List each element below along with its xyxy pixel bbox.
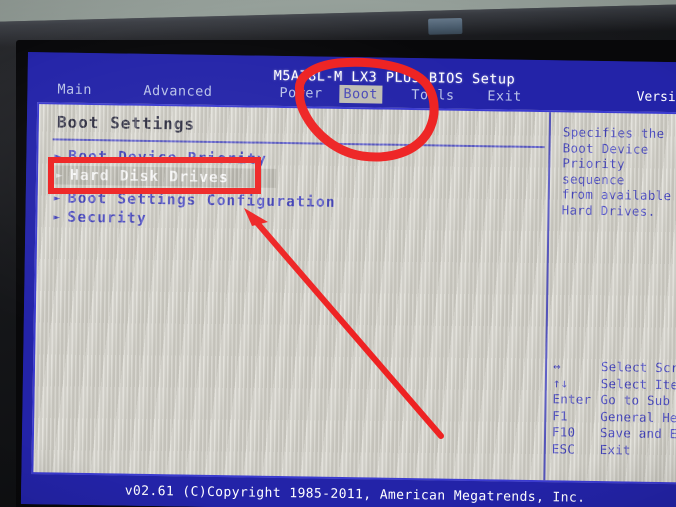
bezel-sticker bbox=[428, 17, 463, 35]
key-legend-row: ESC Exit bbox=[552, 441, 676, 460]
key-description: Select Screen bbox=[601, 359, 676, 376]
tab-advanced[interactable]: Advanced bbox=[139, 82, 216, 101]
menu-item-hard-disk-drives[interactable]: ► Hard Disk Drives bbox=[53, 165, 277, 188]
menu-item-label: Hard Disk Drives bbox=[69, 167, 230, 186]
help-text: Specifies the Boot Device Priority seque… bbox=[561, 124, 672, 219]
photo-of-monitor: M5A78L-M LX3 PLUS BIOS Setup Version Mai… bbox=[0, 0, 676, 507]
key-description: Select Item bbox=[600, 375, 676, 392]
key-name: F10 bbox=[551, 424, 576, 440]
tab-tools[interactable]: Tools bbox=[407, 86, 458, 105]
key-description: Save and Exit bbox=[599, 425, 676, 442]
submenu-arrow-icon: ► bbox=[53, 191, 62, 205]
key-name: ESC bbox=[551, 440, 576, 457]
key-legend: ↔ Select Screen ↑↓ Select Item Enter Go … bbox=[552, 358, 676, 459]
page-title: Boot Settings bbox=[56, 112, 196, 134]
menu-item-label: Boot Device Priority bbox=[68, 148, 268, 168]
bios-setup-utility: M5A78L-M LX3 PLUS BIOS Setup Version Mai… bbox=[20, 52, 676, 507]
key-name: ↑↓ bbox=[552, 374, 569, 391]
menu-item-label: Security bbox=[67, 209, 147, 227]
submenu-arrow-icon: ► bbox=[53, 210, 62, 224]
tab-boot[interactable]: Boot bbox=[339, 84, 383, 104]
tab-exit[interactable]: Exit bbox=[483, 87, 526, 106]
panel-divider bbox=[543, 112, 552, 481]
key-description: Exit bbox=[599, 441, 631, 458]
tab-main[interactable]: Main bbox=[53, 80, 96, 99]
submenu-arrow-icon: ► bbox=[54, 149, 63, 163]
key-name: F1 bbox=[552, 407, 568, 424]
key-description: Go to Sub Screen bbox=[600, 392, 676, 409]
boot-settings-menu: ► Boot Device Priority ► Hard Disk Drive… bbox=[53, 146, 544, 234]
key-name: Enter bbox=[552, 391, 592, 407]
content-pane: Boot Settings ► Boot Device Priority ► H… bbox=[31, 102, 676, 485]
bios-screen: M5A78L-M LX3 PLUS BIOS Setup Version Mai… bbox=[20, 52, 676, 507]
key-name: ↔ bbox=[553, 358, 561, 374]
submenu-arrow-icon: ► bbox=[55, 168, 65, 182]
tab-power[interactable]: Power bbox=[275, 84, 326, 103]
key-description: General Help bbox=[600, 408, 676, 425]
